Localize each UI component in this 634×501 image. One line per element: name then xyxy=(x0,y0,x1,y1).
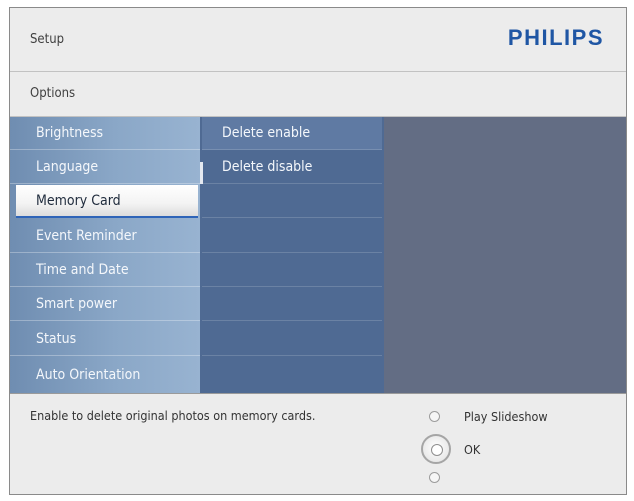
menu-item-language[interactable]: Language xyxy=(10,151,200,184)
submenu-item-delete-enable[interactable]: Delete enable xyxy=(202,117,382,150)
hint-play-slideshow-label: Play Slideshow xyxy=(464,409,548,424)
menu-area: Brightness Language Memory Card Event Re… xyxy=(10,117,626,393)
hint-play-slideshow: Play Slideshow xyxy=(429,409,548,424)
submenu-empty-row xyxy=(202,220,382,253)
hint-ok-label: OK xyxy=(464,442,481,457)
menu-item-brightness[interactable]: Brightness xyxy=(10,117,200,150)
ok-button-icon xyxy=(431,444,443,456)
menu-item-smart-power[interactable]: Smart power xyxy=(10,288,200,321)
submenu-empty-row xyxy=(202,185,382,218)
submenu-empty-row xyxy=(202,288,382,321)
help-text: Enable to delete original photos on memo… xyxy=(30,408,316,423)
breadcrumb: Options xyxy=(10,72,626,117)
setup-screen: Setup PHILIPS Options Brightness Languag… xyxy=(9,7,627,495)
footer-bar: Enable to delete original photos on memo… xyxy=(10,393,626,494)
menu-item-auto-orientation[interactable]: Auto Orientation xyxy=(10,358,200,391)
submenu-empty-row xyxy=(202,254,382,287)
submenu: Delete enable Delete disable xyxy=(200,117,384,393)
submenu-item-delete-disable[interactable]: Delete disable xyxy=(202,151,382,184)
up-button-icon xyxy=(429,411,440,422)
menu-item-memory-card[interactable]: Memory Card xyxy=(16,185,198,218)
title-bar: Setup PHILIPS xyxy=(10,8,626,72)
scroll-indicator xyxy=(200,162,203,184)
down-button-icon xyxy=(429,472,440,483)
nav-dial-icon xyxy=(421,434,451,464)
main-menu: Brightness Language Memory Card Event Re… xyxy=(10,117,200,393)
menu-item-status[interactable]: Status xyxy=(10,323,200,356)
menu-item-event-reminder[interactable]: Event Reminder xyxy=(10,220,200,253)
page-title: Setup xyxy=(30,32,65,47)
menu-item-time-and-date[interactable]: Time and Date xyxy=(10,254,200,287)
section-title: Options xyxy=(30,86,76,101)
preview-panel xyxy=(384,117,626,393)
submenu-empty-row xyxy=(202,323,382,356)
brand-logo: PHILIPS xyxy=(507,25,604,50)
